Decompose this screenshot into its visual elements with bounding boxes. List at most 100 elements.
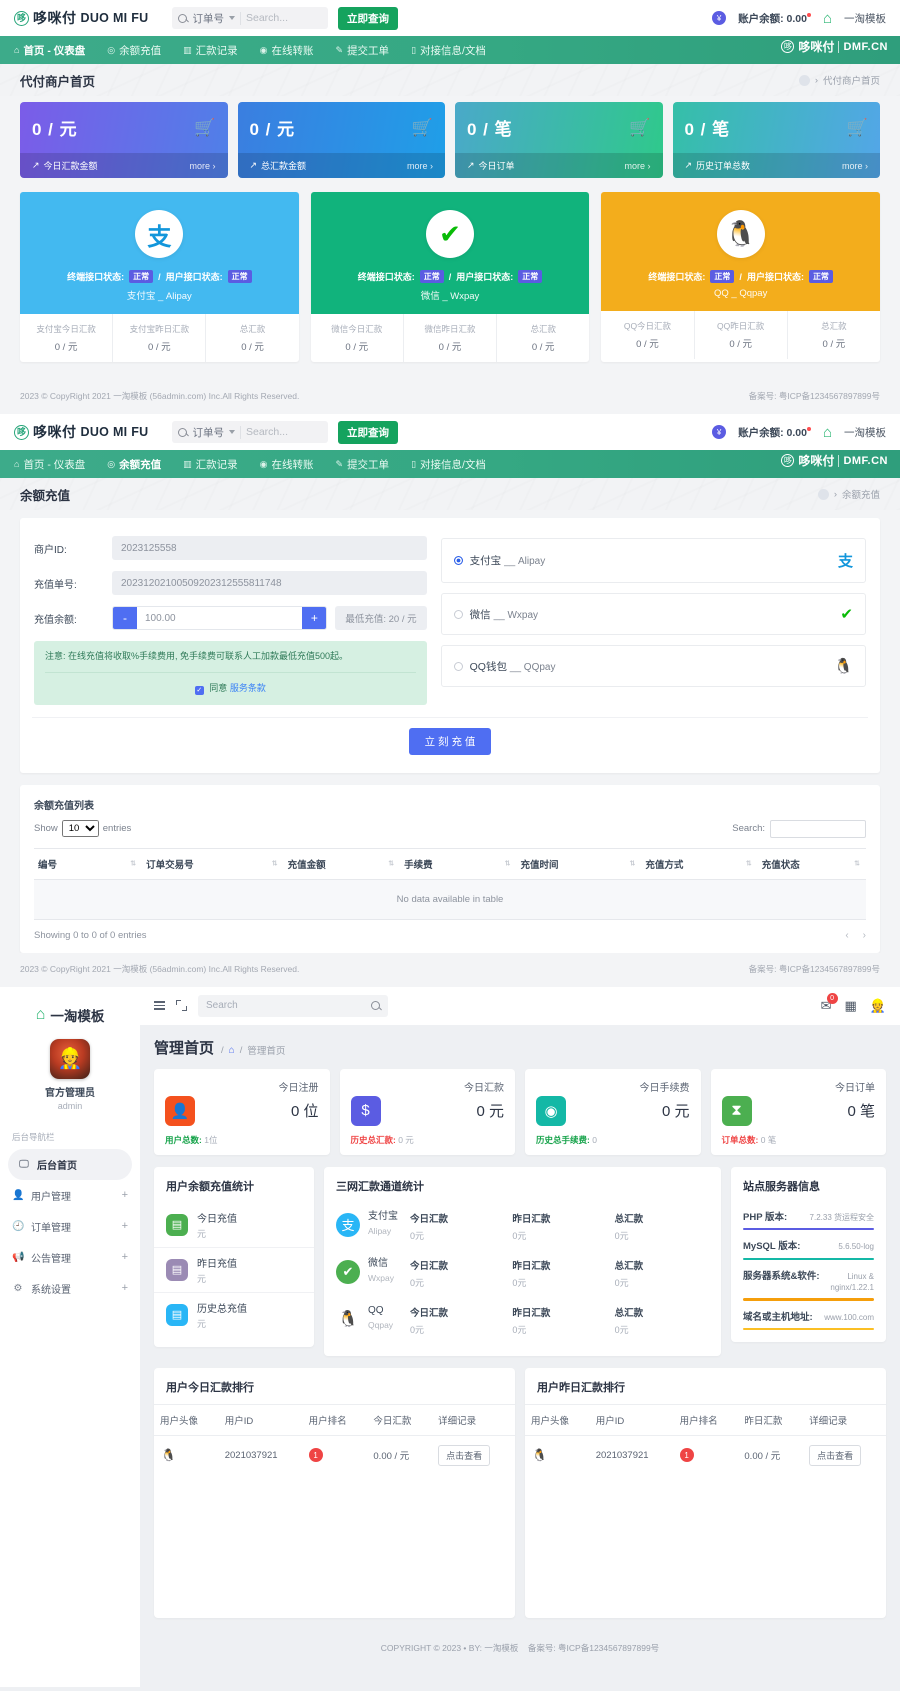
- col-amount[interactable]: 充值金额 ⇅: [283, 847, 401, 880]
- expand-icon[interactable]: +: [122, 1189, 128, 1201]
- col-id[interactable]: 编号 ⇅: [34, 847, 143, 880]
- site-footer: 2023 © CopyRight 2021 一淘模板 (56admin.com)…: [0, 952, 900, 987]
- search-submit-button[interactable]: 立即查询: [337, 6, 398, 30]
- terms-link[interactable]: 服务条款: [230, 683, 266, 693]
- user-name[interactable]: 一淘模板: [844, 425, 886, 440]
- nav-item-ticket[interactable]: ✎ 提交工单: [336, 43, 390, 58]
- admin-stat-cards: 今日注册 👤 0 位 用户总数: 1位 今日汇款 $ 0 元 历史总汇款: 0 …: [154, 1068, 886, 1155]
- top-search[interactable]: 订单号: [172, 7, 328, 29]
- search-type-label[interactable]: 订单号: [192, 425, 224, 440]
- col-status[interactable]: 充值状态 ⇅: [757, 847, 866, 880]
- expand-icon[interactable]: +: [122, 1282, 128, 1294]
- server-info-row: MySQL 版本: 5.6.50-log: [743, 1238, 874, 1252]
- increment-button[interactable]: +: [302, 607, 327, 629]
- cell-rank: 1: [674, 1435, 739, 1475]
- menu-toggle-icon[interactable]: [154, 1001, 165, 1010]
- chevron-down-icon[interactable]: [228, 16, 235, 20]
- top-search[interactable]: 订单号: [172, 421, 328, 443]
- nav-item-docs[interactable]: ▯ 对接信息/文档: [411, 43, 486, 58]
- avatar[interactable]: 👷: [870, 998, 886, 1014]
- amount-input[interactable]: [137, 612, 303, 624]
- col-fee[interactable]: 手续费 ⇅: [400, 847, 517, 880]
- progress-bar: [743, 1327, 874, 1331]
- table-controls: Show 10 entries Search:: [34, 819, 866, 838]
- payment-method-wechat[interactable]: 微信 __ Wxpay ✔: [440, 593, 866, 635]
- apps-icon[interactable]: ▦: [845, 998, 857, 1014]
- radio-icon[interactable]: [453, 661, 463, 671]
- search-type-label[interactable]: 订单号: [192, 11, 224, 26]
- nav-item-transfer[interactable]: ◉ 在线转账: [260, 43, 314, 58]
- page-size-select[interactable]: 10: [61, 820, 99, 837]
- col-order-no[interactable]: 订单交易号 ⇅: [142, 847, 284, 880]
- sidebar-item-users[interactable]: 👤 用户管理 +: [0, 1180, 140, 1211]
- nav-item-transfer[interactable]: ◉ 在线转账: [260, 457, 314, 472]
- admin-search-input[interactable]: [206, 1000, 371, 1011]
- decrement-button[interactable]: -: [113, 607, 137, 629]
- sidebar-brand[interactable]: ⌂ 一淘模板: [0, 999, 140, 1039]
- nav-item-recharge[interactable]: ◎ 余额充值: [107, 457, 161, 472]
- sidebar-item-announcements[interactable]: 📢 公告管理 +: [0, 1242, 140, 1273]
- balance-value: 元: [197, 1228, 207, 1239]
- card-more-link[interactable]: more ›: [189, 161, 215, 171]
- nav-item-records[interactable]: ▥ 汇款记录: [183, 457, 238, 472]
- footer-icp: 备案号: 粤ICP备1234567897899号: [527, 1642, 660, 1653]
- prev-page-button[interactable]: ‹: [845, 930, 848, 941]
- col-time[interactable]: 充值时间 ⇅: [516, 847, 642, 880]
- summary-card-today-orders[interactable]: 0 / 笔 🛒 ↗ 今日订单 more ›: [455, 102, 663, 178]
- table-search-input[interactable]: [770, 819, 866, 838]
- view-detail-button[interactable]: 点击查看: [809, 1444, 862, 1466]
- next-page-button[interactable]: ›: [863, 930, 866, 941]
- search-input[interactable]: [245, 426, 322, 438]
- user-name[interactable]: 一淘模板: [844, 11, 886, 26]
- search-icon[interactable]: [371, 1001, 380, 1010]
- expand-icon[interactable]: +: [122, 1251, 128, 1263]
- payment-method-qq[interactable]: QQ钱包 __ QQpay 🐧: [440, 645, 866, 687]
- sidebar-item-dashboard[interactable]: 🖵 后台首页: [8, 1148, 132, 1180]
- nav-item-home[interactable]: ⌂ 首页 - 仪表盘: [14, 43, 85, 58]
- user-avatar-icon[interactable]: ⌂: [823, 10, 832, 27]
- card-label-wrap: ↗ 今日订单: [467, 159, 515, 172]
- nav-item-records[interactable]: ▥ 汇款记录: [183, 43, 238, 58]
- fullscreen-icon[interactable]: [176, 1000, 187, 1011]
- order-no-input[interactable]: [112, 571, 427, 595]
- chevron-down-icon[interactable]: [228, 430, 235, 434]
- agree-checkbox[interactable]: ✓: [194, 685, 204, 695]
- home-icon[interactable]: ⌂: [229, 1045, 235, 1056]
- mail-icon[interactable]: ✉ 0: [821, 992, 838, 1014]
- col-method[interactable]: 充值方式 ⇅: [641, 847, 758, 880]
- card-more-link[interactable]: more ›: [407, 161, 433, 171]
- payment-method-alipay[interactable]: 支付宝 __ Alipay 支: [440, 538, 866, 583]
- sidebar-item-label: 后台首页: [37, 1160, 77, 1172]
- nav-item-ticket[interactable]: ✎ 提交工单: [336, 457, 390, 472]
- stat-sub-label: 历史总汇款:: [350, 1134, 396, 1145]
- admin-search[interactable]: [198, 994, 388, 1017]
- nav-item-home[interactable]: ⌂ 首页 - 仪表盘: [14, 457, 85, 472]
- radio-icon[interactable]: [453, 609, 463, 619]
- recharge-submit-button[interactable]: 立 刻 充 值: [408, 727, 492, 755]
- expand-icon[interactable]: +: [122, 1220, 128, 1232]
- home-icon[interactable]: [817, 488, 829, 500]
- sidebar-item-orders[interactable]: 🕘 订单管理 +: [0, 1211, 140, 1242]
- qq-icon: 🐧: [834, 658, 853, 675]
- merchant-id-input[interactable]: [112, 536, 427, 560]
- search-input[interactable]: [245, 12, 322, 24]
- home-icon[interactable]: [798, 74, 810, 86]
- site-logo[interactable]: 哆 哆咪付 DUO MI FU: [14, 8, 148, 28]
- search-submit-button[interactable]: 立即查询: [337, 420, 398, 444]
- summary-card-total-orders[interactable]: 0 / 笔 🛒 ↗ 历史订单总数 more ›: [672, 102, 880, 178]
- avatar[interactable]: 👷: [50, 1038, 90, 1079]
- card-more-link[interactable]: more ›: [624, 161, 650, 171]
- view-detail-button[interactable]: 点击查看: [438, 1444, 491, 1466]
- nav-item-docs[interactable]: ▯ 对接信息/文档: [411, 457, 486, 472]
- nav-item-recharge[interactable]: ◎ 余额充值: [107, 43, 161, 58]
- radio-icon[interactable]: [453, 556, 463, 565]
- summary-card-today-amount[interactable]: 0 / 元 🛒 ↗ 今日汇款金额 more ›: [20, 102, 228, 178]
- sidebar-item-settings[interactable]: ⚙ 系统设置 +: [0, 1273, 140, 1304]
- user-avatar-icon[interactable]: ⌂: [823, 424, 832, 441]
- summary-card-total-amount[interactable]: 0 / 元 🛒 ↗ 总汇款金额 more ›: [237, 102, 445, 178]
- metric-value: 0元: [614, 1230, 629, 1241]
- site-logo[interactable]: 哆 哆咪付 DUO MI FU: [14, 422, 148, 442]
- server-value: 7.2.33 货运程安全: [809, 1212, 874, 1222]
- sort-icon: ⇅: [745, 860, 752, 867]
- card-more-link[interactable]: more ›: [842, 161, 868, 171]
